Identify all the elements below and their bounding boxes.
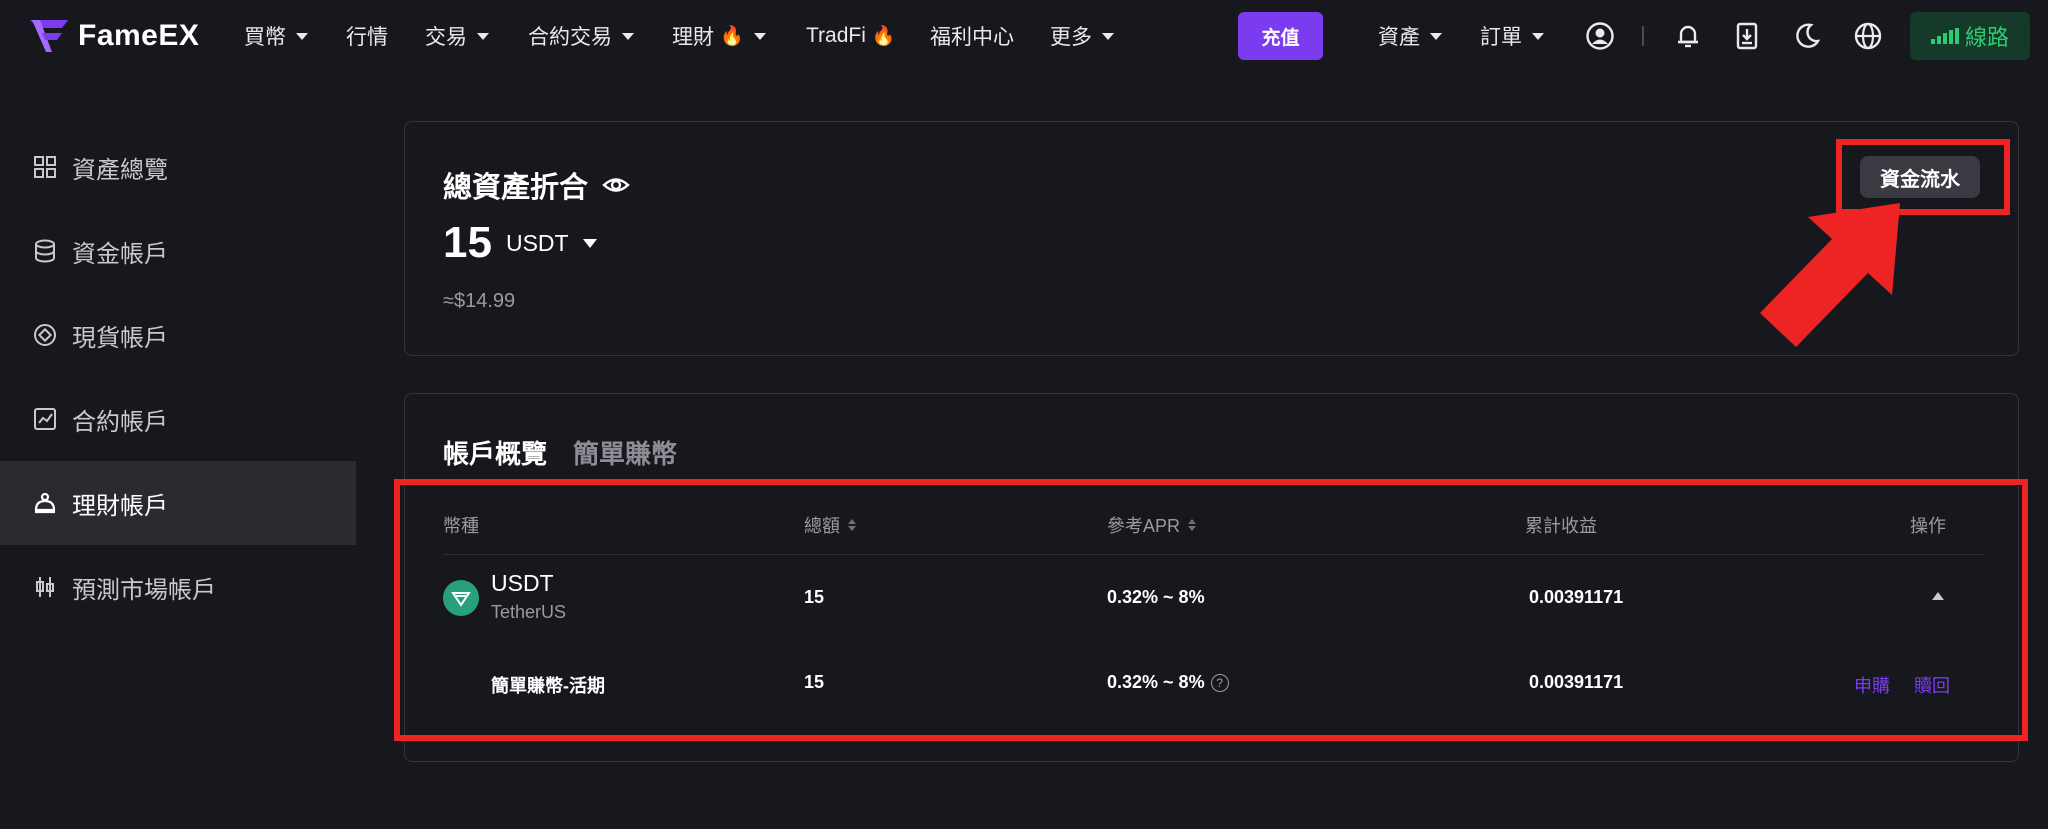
chevron-down-icon	[1532, 32, 1544, 40]
nav-trade[interactable]: 交易	[425, 18, 489, 54]
nav-buy-crypto[interactable]: 買幣	[244, 18, 308, 54]
sidebar-item-funding-account[interactable]: 資金帳戶	[0, 209, 356, 293]
account-tabs: 帳戶概覽 簡單賺幣	[443, 434, 677, 471]
nav-more-label: 更多	[1050, 26, 1092, 49]
sidebar-item-prediction-market-account[interactable]: 預測市場帳戶	[0, 545, 356, 629]
annotation-highlight-box	[394, 479, 2028, 741]
fire-icon: 🔥	[871, 26, 896, 47]
database-icon	[35, 239, 55, 263]
top-navbar: FameEX 買幣 行情 交易 合約交易 理財 🔥 TradFi 🔥 福利中心 更多…	[0, 0, 2048, 72]
candles-icon	[36, 577, 54, 597]
nav-orders[interactable]: 訂單	[1480, 18, 1544, 54]
nav-tradfi-label: TradFi	[806, 24, 866, 47]
sidebar-item-label: 合約帳戶	[72, 408, 168, 436]
wealth-icon	[34, 492, 56, 514]
signal-bars-icon	[1930, 28, 1959, 44]
nav-buy-crypto-label: 買幣	[244, 26, 286, 49]
sidebar: 資產總覽 資金帳戶 現貨帳戶 合約帳戶 理財帳戶 預測市場帳戶	[0, 125, 356, 629]
eye-icon[interactable]	[602, 171, 630, 199]
currency-selector[interactable]: USDT	[506, 230, 597, 257]
fameex-logo[interactable]: FameEX	[28, 16, 199, 56]
logo-text: FameEX	[78, 19, 200, 52]
sidebar-item-wealth-account[interactable]: 理財帳戶	[0, 461, 356, 545]
nav-markets-label: 行情	[346, 26, 388, 49]
fire-icon: 🔥	[720, 26, 744, 47]
total-assets-title-text: 總資產折合	[443, 172, 589, 204]
chart-icon	[34, 408, 56, 430]
fameex-logo-icon	[30, 20, 68, 52]
deposit-button[interactable]: 充值	[1238, 12, 1323, 60]
nav-trade-label: 交易	[425, 26, 467, 49]
chevron-down-icon	[1102, 32, 1114, 40]
nav-orders-label: 訂單	[1480, 26, 1522, 49]
account-icon[interactable]	[1582, 18, 1618, 54]
chevron-down-icon	[582, 238, 597, 248]
nav-assets[interactable]: 資產	[1378, 18, 1442, 54]
nav-futures-label: 合約交易	[528, 26, 612, 49]
grid-icon	[34, 156, 56, 178]
chevron-down-icon	[622, 32, 634, 40]
chevron-down-icon	[477, 32, 489, 40]
total-assets-title: 總資產折合	[443, 164, 630, 206]
sidebar-item-label: 預測市場帳戶	[72, 576, 216, 604]
chevron-down-icon	[1430, 32, 1442, 40]
sidebar-item-label: 理財帳戶	[72, 492, 168, 520]
currency-unit: USDT	[505, 229, 569, 256]
approx-usd-value: ≈$14.99	[443, 290, 516, 312]
nav-more[interactable]: 更多	[1050, 18, 1114, 54]
sidebar-item-label: 資產總覽	[72, 156, 168, 184]
nav-earn[interactable]: 理財 🔥	[672, 18, 766, 54]
nav-assets-label: 資產	[1378, 26, 1420, 49]
nav-markets[interactable]: 行情	[346, 18, 388, 54]
divider	[1642, 26, 1644, 46]
sidebar-item-asset-overview[interactable]: 資產總覽	[0, 125, 356, 209]
nav-futures[interactable]: 合約交易	[528, 18, 634, 54]
annotation-arrow-icon	[1760, 203, 1900, 347]
sidebar-item-label: 資金帳戶	[72, 240, 168, 268]
chevron-down-icon	[296, 32, 308, 40]
sidebar-item-spot-account[interactable]: 現貨帳戶	[0, 293, 356, 377]
sidebar-item-label: 現貨帳戶	[72, 324, 168, 352]
total-assets-amount: 15	[443, 218, 492, 267]
download-icon[interactable]	[1729, 18, 1765, 54]
nav-rewards-center[interactable]: 福利中心	[930, 18, 1014, 54]
nav-rewards-center-label: 福利中心	[930, 26, 1014, 49]
target-icon	[34, 324, 56, 346]
network-status-button[interactable]: 線路	[1910, 12, 2030, 60]
nav-earn-label: 理財	[672, 26, 714, 49]
chevron-down-icon	[753, 32, 766, 40]
globe-icon[interactable]	[1850, 18, 1886, 54]
sidebar-item-futures-account[interactable]: 合約帳戶	[0, 377, 356, 461]
bell-icon[interactable]	[1670, 18, 1706, 54]
nav-tradfi[interactable]: TradFi 🔥	[806, 18, 896, 54]
network-label: 線路	[1964, 25, 2009, 50]
moon-icon[interactable]	[1789, 18, 1825, 54]
total-assets-value: 15 USDT	[443, 218, 597, 268]
tab-account-overview[interactable]: 帳戶概覽	[443, 434, 547, 471]
tab-simple-earn[interactable]: 簡單賺幣	[573, 434, 677, 471]
